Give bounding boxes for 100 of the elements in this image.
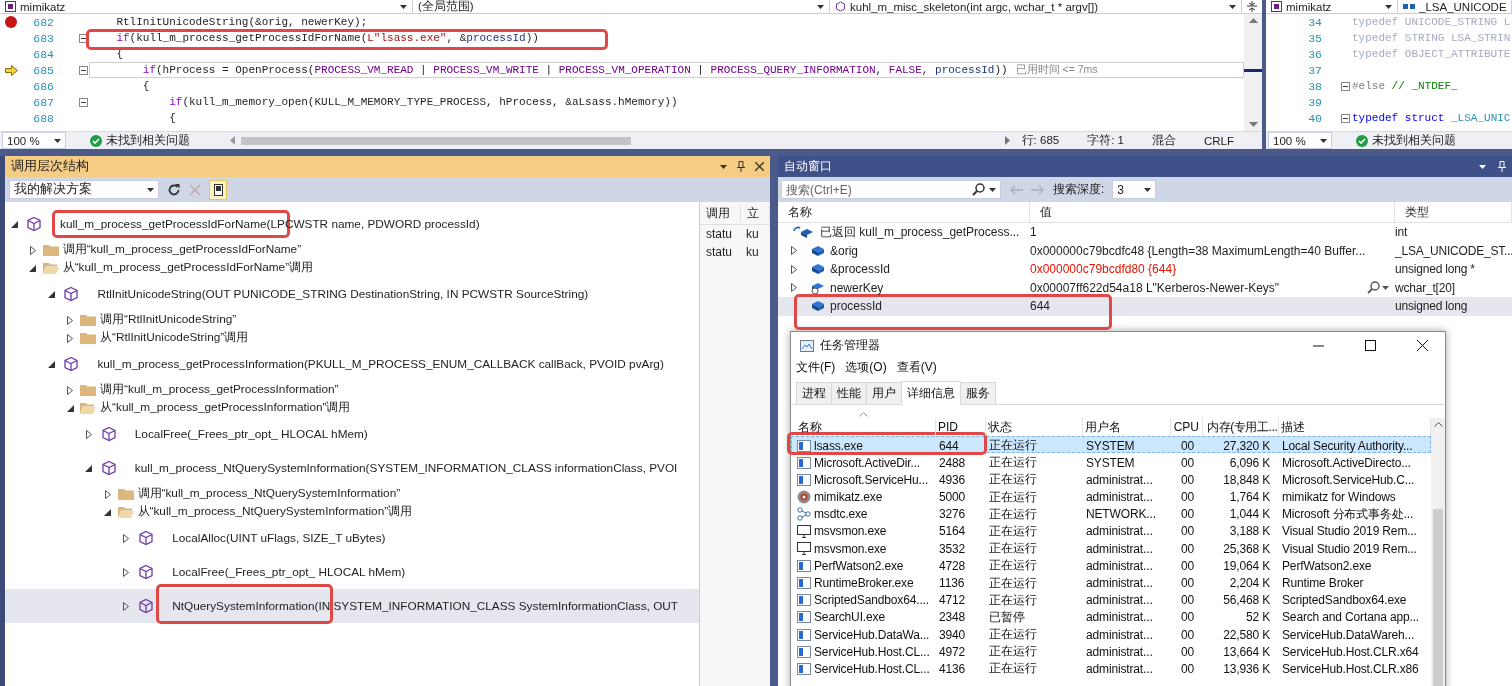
function-signature[interactable]: RtlInitUnicodeString(OUT PUNICODE_STRING DestinationString, IN PCWSTR SourceString): [97, 287, 589, 301]
collapse-icon[interactable]: [78, 33, 88, 43]
expander-icon[interactable]: [67, 333, 74, 343]
vertical-scrollbar[interactable]: [1244, 14, 1262, 131]
breakpoint-icon[interactable]: [5, 16, 17, 28]
dropdown[interactable]: mimikatz: [1266, 0, 1398, 13]
up-icon[interactable]: [1248, 18, 1258, 23]
expander-icon[interactable]: [123, 533, 130, 543]
pin-icon[interactable]: [737, 161, 745, 172]
expander-icon[interactable]: [791, 283, 797, 293]
status-text: 混合: [1151, 133, 1176, 148]
depth-dropdown[interactable]: 3: [1112, 180, 1157, 199]
function-signature[interactable]: kull_m_process_getProcessInformation(PKULL_M_PROCESS_ENUM_CALLBACK callBack, PVOID pvArg): [97, 357, 664, 371]
tab[interactable]: 进程: [796, 382, 832, 404]
function-signature[interactable]: LocalFree(_Frees_ptr_opt_ HLOCAL hMem): [134, 427, 368, 441]
expander-icon[interactable]: [66, 404, 74, 412]
function-signature[interactable]: kull_m_process_NtQuerySystemInformation(SYSTEM_INFORMATION_CLASS informationClass, PVOI: [134, 461, 678, 475]
maximize-icon[interactable]: [1364, 339, 1376, 351]
line-number: 35: [1307, 31, 1322, 45]
column-header[interactable]: 调用: [700, 204, 741, 222]
search-field[interactable]: 搜索(Ctrl+E): [781, 180, 1001, 199]
code-line: if(kull_m_memory_open(KULL_M_MEMORY_TYPE_PROCESS, hProcess, &aLsass.hMemory)): [168, 96, 678, 108]
folder-label[interactable]: 调用“kull_m_process_getProcessIdForName”: [62, 242, 302, 258]
expander-icon[interactable]: [67, 315, 74, 325]
collapse-icon[interactable]: [78, 97, 88, 107]
tab[interactable]: 用户: [866, 382, 902, 404]
table-cell-text: 56,468 K: [1222, 593, 1271, 608]
vertical-scrollbar[interactable]: [1431, 418, 1445, 686]
collapse-icon[interactable]: [78, 65, 88, 75]
dropdown[interactable]: kuhl_m_misc_skeleton(int argc, wchar_t * argv[]): [830, 0, 1242, 13]
dropdown[interactable]: (全局范围): [413, 0, 830, 13]
zoom-dropdown[interactable]: 100 %: [2, 132, 66, 149]
dropdown[interactable]: _LSA_UNICODE: [1398, 0, 1512, 13]
down-icon[interactable]: [1248, 122, 1258, 127]
expander-icon[interactable]: [10, 220, 18, 228]
expander-icon[interactable]: [123, 601, 130, 611]
menu-item[interactable]: 选项(O): [845, 359, 887, 376]
caret-icon[interactable]: [989, 187, 996, 192]
expander-icon[interactable]: [47, 290, 55, 298]
collapse-icon[interactable]: [1340, 113, 1350, 123]
tab[interactable]: 服务: [960, 382, 996, 404]
menu-item[interactable]: 查看(V): [896, 359, 937, 376]
column-header[interactable]: 值: [1030, 202, 1395, 222]
function-signature[interactable]: LocalFree(_Frees_ptr_opt_ HLOCAL hMem): [172, 565, 406, 579]
refresh-icon[interactable]: [167, 182, 181, 197]
collapse-icon[interactable]: [1340, 81, 1350, 91]
column-header[interactable]: 类型: [1395, 202, 1512, 222]
dropdown-icon[interactable]: [1479, 164, 1486, 169]
caret-icon[interactable]: [147, 187, 154, 192]
expander-icon[interactable]: [29, 245, 36, 255]
expander-icon[interactable]: [47, 360, 55, 368]
expander-icon[interactable]: [104, 489, 111, 499]
line-number: 38: [1307, 79, 1322, 93]
window-icon: [797, 577, 811, 589]
caret-icon[interactable]: [54, 138, 61, 143]
column-header[interactable]: 名称: [778, 202, 1030, 222]
expander-icon[interactable]: [85, 429, 92, 439]
menu-item[interactable]: 文件(F): [796, 359, 836, 376]
function-signature[interactable]: LocalAlloc(UINT uFlags, SIZE_T uBytes): [172, 531, 386, 545]
caret-icon[interactable]: [817, 4, 824, 9]
caret-icon[interactable]: [1229, 4, 1236, 9]
folder-label[interactable]: 调用“kull_m_process_getProcessInformation”: [100, 382, 339, 398]
column-header[interactable]: 立: [741, 204, 770, 222]
tab[interactable]: 性能: [831, 382, 867, 404]
table-cell-text: 4936: [938, 472, 967, 487]
dropdown-icon[interactable]: [720, 164, 727, 169]
caret-icon[interactable]: [1320, 138, 1327, 143]
split-icon[interactable]: [1247, 1, 1257, 12]
dropdown[interactable]: mimikatz: [0, 0, 413, 13]
close-icon[interactable]: [755, 162, 764, 171]
folder-label[interactable]: 从“kull_m_process_getProcessInformation”调用: [100, 400, 351, 416]
folder-label[interactable]: 从“RtlInitUnicodeString”调用: [100, 330, 249, 346]
cube-icon: [26, 216, 42, 232]
tab[interactable]: 详细信息: [901, 381, 961, 405]
table-cell-text: 13,936 K: [1222, 661, 1271, 676]
expander-icon[interactable]: [104, 508, 111, 516]
caret-icon[interactable]: [1144, 187, 1152, 192]
up-icon[interactable]: [1433, 422, 1443, 427]
close-icon[interactable]: [1416, 339, 1428, 351]
caret-icon[interactable]: [400, 4, 407, 9]
caret-icon[interactable]: [1385, 4, 1392, 9]
folder-label[interactable]: 调用“RtlInitUnicodeString”: [100, 312, 237, 328]
folder-label[interactable]: 从“kull_m_process_NtQuerySystemInformation”调用: [137, 504, 413, 520]
magnifier-icon[interactable]: [1367, 281, 1389, 295]
expander-icon[interactable]: [123, 567, 130, 577]
horizontal-scrollbar[interactable]: [230, 135, 1010, 146]
folder-label[interactable]: 从“kull_m_process_getProcessIdForName”调用: [62, 260, 314, 276]
expander-icon[interactable]: [67, 385, 74, 395]
table-cell-text: Local Security Authority...: [1281, 438, 1414, 453]
expander-icon[interactable]: [29, 264, 37, 272]
expander-icon[interactable]: [791, 264, 797, 274]
line-number: 37: [1307, 63, 1322, 77]
right-icon[interactable]: [1004, 136, 1010, 145]
expander-icon[interactable]: [791, 246, 797, 256]
search-icon[interactable]: [972, 183, 985, 196]
folder-label[interactable]: 调用“kull_m_process_NtQuerySystemInformation”: [137, 486, 401, 502]
scope-dropdown[interactable]: 我的解决方案: [9, 180, 159, 199]
details-toggle[interactable]: [209, 179, 227, 200]
zoom-dropdown[interactable]: 100 %: [1268, 132, 1332, 149]
expander-icon[interactable]: [85, 464, 93, 472]
